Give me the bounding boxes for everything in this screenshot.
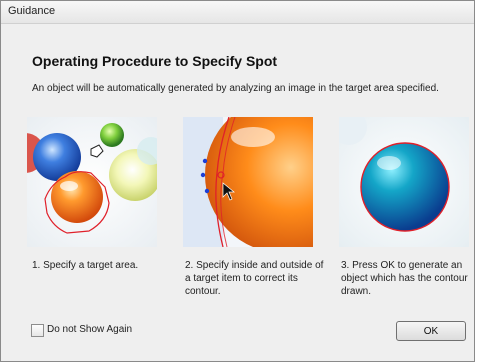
step-2-image — [183, 117, 313, 247]
step-3-caption: 3. Press OK to generate an object which … — [341, 260, 468, 297]
do-not-show-again-label[interactable]: Do not Show Again — [47, 324, 132, 335]
ok-button[interactable]: OK — [396, 321, 466, 341]
window-title: Guidance — [8, 5, 56, 17]
step-1-image — [27, 117, 157, 247]
step-3-image — [339, 117, 469, 247]
do-not-show-again-checkbox[interactable] — [31, 324, 44, 337]
title-bar: Guidance — [1, 1, 474, 24]
step-2-caption: 2. Specify inside and outside of a targe… — [185, 260, 324, 297]
guidance-dialog: Guidance Operating Procedure to Specify … — [0, 0, 475, 362]
page-title: Operating Procedure to Specify Spot — [32, 53, 278, 69]
step-1-caption: 1. Specify a target area. — [32, 260, 139, 271]
description-text: An object will be automatically generate… — [32, 83, 439, 94]
